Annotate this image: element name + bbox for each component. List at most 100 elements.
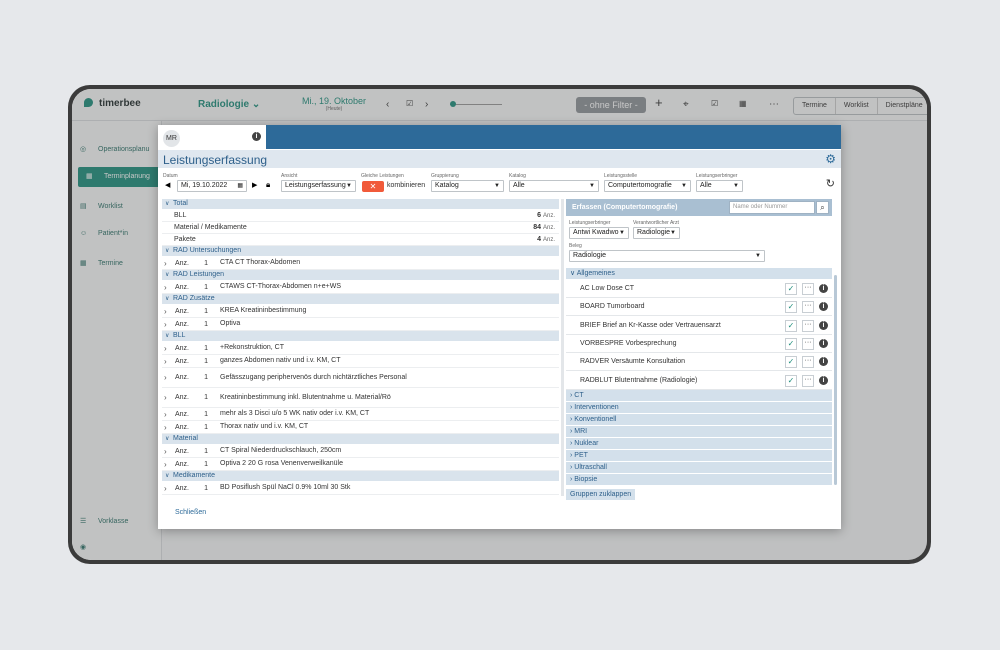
service-item[interactable]: RADVER Versäumte Konsultation ✓ ··· i — [566, 353, 832, 372]
check-icon[interactable]: ✓ — [785, 374, 797, 387]
chevron-right-icon[interactable]: › — [162, 484, 172, 493]
service-item[interactable]: RADBLUT Blutentnahme (Radiologie) ✓ ··· i — [566, 371, 832, 390]
panel-divider[interactable] — [561, 199, 564, 496]
service-item[interactable]: AC Low Dose CT ✓ ··· i — [566, 280, 832, 298]
category-item[interactable]: › Konventionell — [566, 414, 832, 425]
gruppierung-select[interactable]: Katalog ▼ — [431, 180, 504, 192]
category-allgemeines[interactable]: ∨ Allgemeines — [566, 268, 832, 279]
service-row[interactable]: › Anz. 1 Kreatininbestimmung inkl. Blutentn… — [162, 388, 559, 408]
more-icon[interactable]: ··· — [802, 301, 814, 314]
info-icon[interactable]: i — [819, 302, 828, 312]
info-icon[interactable]: i — [819, 284, 828, 293]
info-icon[interactable]: i — [819, 357, 828, 367]
service-row[interactable]: › Anz. 1 KREA Kreatininbestimmung — [162, 305, 559, 318]
search-input[interactable]: Name oder Nummer — [729, 201, 815, 214]
chevron-right-icon[interactable]: › — [162, 423, 172, 432]
chevron-right-icon[interactable]: › — [162, 447, 172, 456]
more-icon[interactable]: ··· — [802, 374, 814, 387]
service-row[interactable]: › Anz. 1 CTAWS CT-Thorax-Abdomen n+e+WS — [162, 281, 559, 294]
section-header[interactable]: ∨ RAD Leistungen — [162, 270, 559, 280]
info-icon[interactable]: i — [252, 132, 261, 141]
section-header[interactable]: ∨ Material — [162, 434, 559, 444]
section-header[interactable]: ∨ Medikamente — [162, 471, 559, 481]
kombinieren-toggle[interactable]: ✕ — [362, 181, 384, 192]
gear-icon[interactable]: ⚙ — [825, 152, 836, 166]
section-title: RAD Untersuchungen — [173, 247, 242, 254]
chevron-down-icon: ∨ — [165, 248, 170, 254]
service-row[interactable]: › Anz. 1 CTA CT Thorax-Abdomen — [162, 257, 559, 270]
service-item[interactable]: BRIEF Brief an Kr-Kasse oder Vertrauensa… — [566, 316, 832, 335]
prev-day-icon[interactable]: ◀ — [165, 181, 170, 189]
katalog-select[interactable]: Alle ▼ — [509, 180, 599, 192]
more-icon[interactable]: ··· — [802, 337, 814, 350]
datum-field[interactable]: Mi, 19.10.2022 ▦ — [177, 180, 247, 192]
service-row[interactable]: › Anz. 1 BD Posiflush Spül NaCl 0.9% 10ml 3… — [162, 482, 559, 495]
chevron-right-icon[interactable]: › — [162, 410, 172, 419]
leistungserbringer-select[interactable]: Alle ▼ — [696, 180, 743, 192]
datum-label: Datum — [163, 173, 178, 179]
service-item[interactable]: BOARD Tumorboard ✓ ··· i — [566, 298, 832, 317]
category-item[interactable]: › Nuklear — [566, 438, 832, 449]
calendar-icon[interactable]: ▦ — [237, 181, 243, 191]
service-row[interactable]: › Anz. 1 Gefässzugang peripher­venös durch … — [162, 368, 559, 388]
info-icon[interactable]: i — [819, 320, 828, 330]
service-row[interactable]: › Anz. 1 mehr als 3 Disci u/o 5 WK nativ od… — [162, 408, 559, 421]
chevron-right-icon[interactable]: › — [162, 307, 172, 316]
service-row[interactable]: › Anz. 1 Thorax nativ und i.v. KM, CT — [162, 421, 559, 434]
chevron-right-icon[interactable]: › — [162, 344, 172, 353]
next-day-icon[interactable]: ▶ — [252, 181, 257, 189]
section-header-total[interactable]: ∨ Total — [162, 199, 559, 209]
more-icon[interactable]: ··· — [802, 283, 814, 295]
chevron-right-icon[interactable]: › — [162, 460, 172, 469]
chevron-right-icon[interactable]: › — [162, 373, 172, 382]
erbringer-select[interactable]: Antwi Kwadwo ▼ — [569, 227, 629, 239]
chevron-right-icon[interactable]: › — [162, 259, 172, 268]
more-icon[interactable]: ··· — [802, 319, 814, 332]
section-header[interactable]: ∨ RAD Zusätze — [162, 294, 559, 304]
service-row[interactable]: › Anz. 1 CT Spiral Niederdruckschlauch, 250… — [162, 445, 559, 458]
close-button[interactable]: Schließen — [175, 509, 206, 516]
section-header[interactable]: ∨ RAD Untersuchungen — [162, 246, 559, 256]
chevron-right-icon[interactable]: › — [162, 357, 172, 366]
service-row[interactable]: › Anz. 1 Optiva 2 20 G rosa Venenverweilkan… — [162, 458, 559, 471]
service-row[interactable]: › Anz. 1 ganzes Abdomen nativ und i.v. KM, … — [162, 355, 559, 368]
chevron-right-icon[interactable]: › — [162, 320, 172, 329]
chevron-right-icon[interactable]: › — [162, 283, 172, 292]
category-item[interactable]: › Interventionen — [566, 402, 832, 413]
dialog-title-bar: Leistungserfassung ⚙ — [158, 150, 841, 168]
refresh-icon[interactable]: ↻ — [826, 177, 835, 190]
category-item[interactable]: › Ultraschall — [566, 462, 832, 473]
arzt-select[interactable]: Radiologie ▼ — [633, 227, 680, 239]
beleg-select[interactable]: Radiologie ▼ — [569, 250, 765, 262]
chevron-right-icon[interactable]: › — [162, 393, 172, 402]
check-icon[interactable]: ✓ — [785, 337, 797, 350]
section-title: RAD Zusätze — [173, 295, 215, 302]
ansicht-select[interactable]: Leistungserfassung ▼ — [281, 180, 356, 192]
service-label: BRIEF Brief an Kr-Kasse oder Vertrauensa… — [580, 321, 721, 329]
search-icon[interactable]: ⌕ — [816, 201, 829, 214]
info-icon[interactable]: i — [819, 338, 828, 348]
chevron-down-icon: ∨ — [165, 473, 170, 479]
category-item[interactable]: › Biopsie — [566, 474, 832, 485]
collapse-groups-button[interactable]: Gruppen zuklappen — [566, 489, 636, 500]
category-item[interactable]: › MRI — [566, 426, 832, 437]
service-row[interactable]: › Anz. 1 +Rekonstruktion, CT — [162, 342, 559, 355]
total-unit: Anz. — [542, 237, 555, 243]
lock-icon[interactable]: 🔒︎ — [266, 180, 270, 190]
leistungsstelle-select[interactable]: Computertomografie ▼ — [604, 180, 691, 192]
service-item[interactable]: VORBESPRE Vorbesprechung ✓ ··· i — [566, 334, 832, 353]
more-icon[interactable]: ··· — [802, 356, 814, 369]
service-row[interactable]: › Anz. 1 Optiva — [162, 318, 559, 331]
check-icon[interactable]: ✓ — [785, 356, 797, 369]
info-icon[interactable]: i — [819, 375, 828, 385]
section-header[interactable]: ∨ BLL — [162, 331, 559, 341]
service-list: ∨ Total BLL 6 Anz. Material / Medikamente 84… — [162, 199, 559, 496]
check-icon[interactable]: ✓ — [785, 283, 797, 295]
chevron-right-icon: › — [570, 464, 573, 471]
check-icon[interactable]: ✓ — [785, 301, 797, 314]
category-item[interactable]: › PET — [566, 450, 832, 461]
check-icon[interactable]: ✓ — [785, 319, 797, 332]
category-item[interactable]: › CT — [566, 390, 832, 401]
scrollbar[interactable] — [834, 275, 837, 485]
patient-tab[interactable]: MR i — [158, 125, 266, 149]
